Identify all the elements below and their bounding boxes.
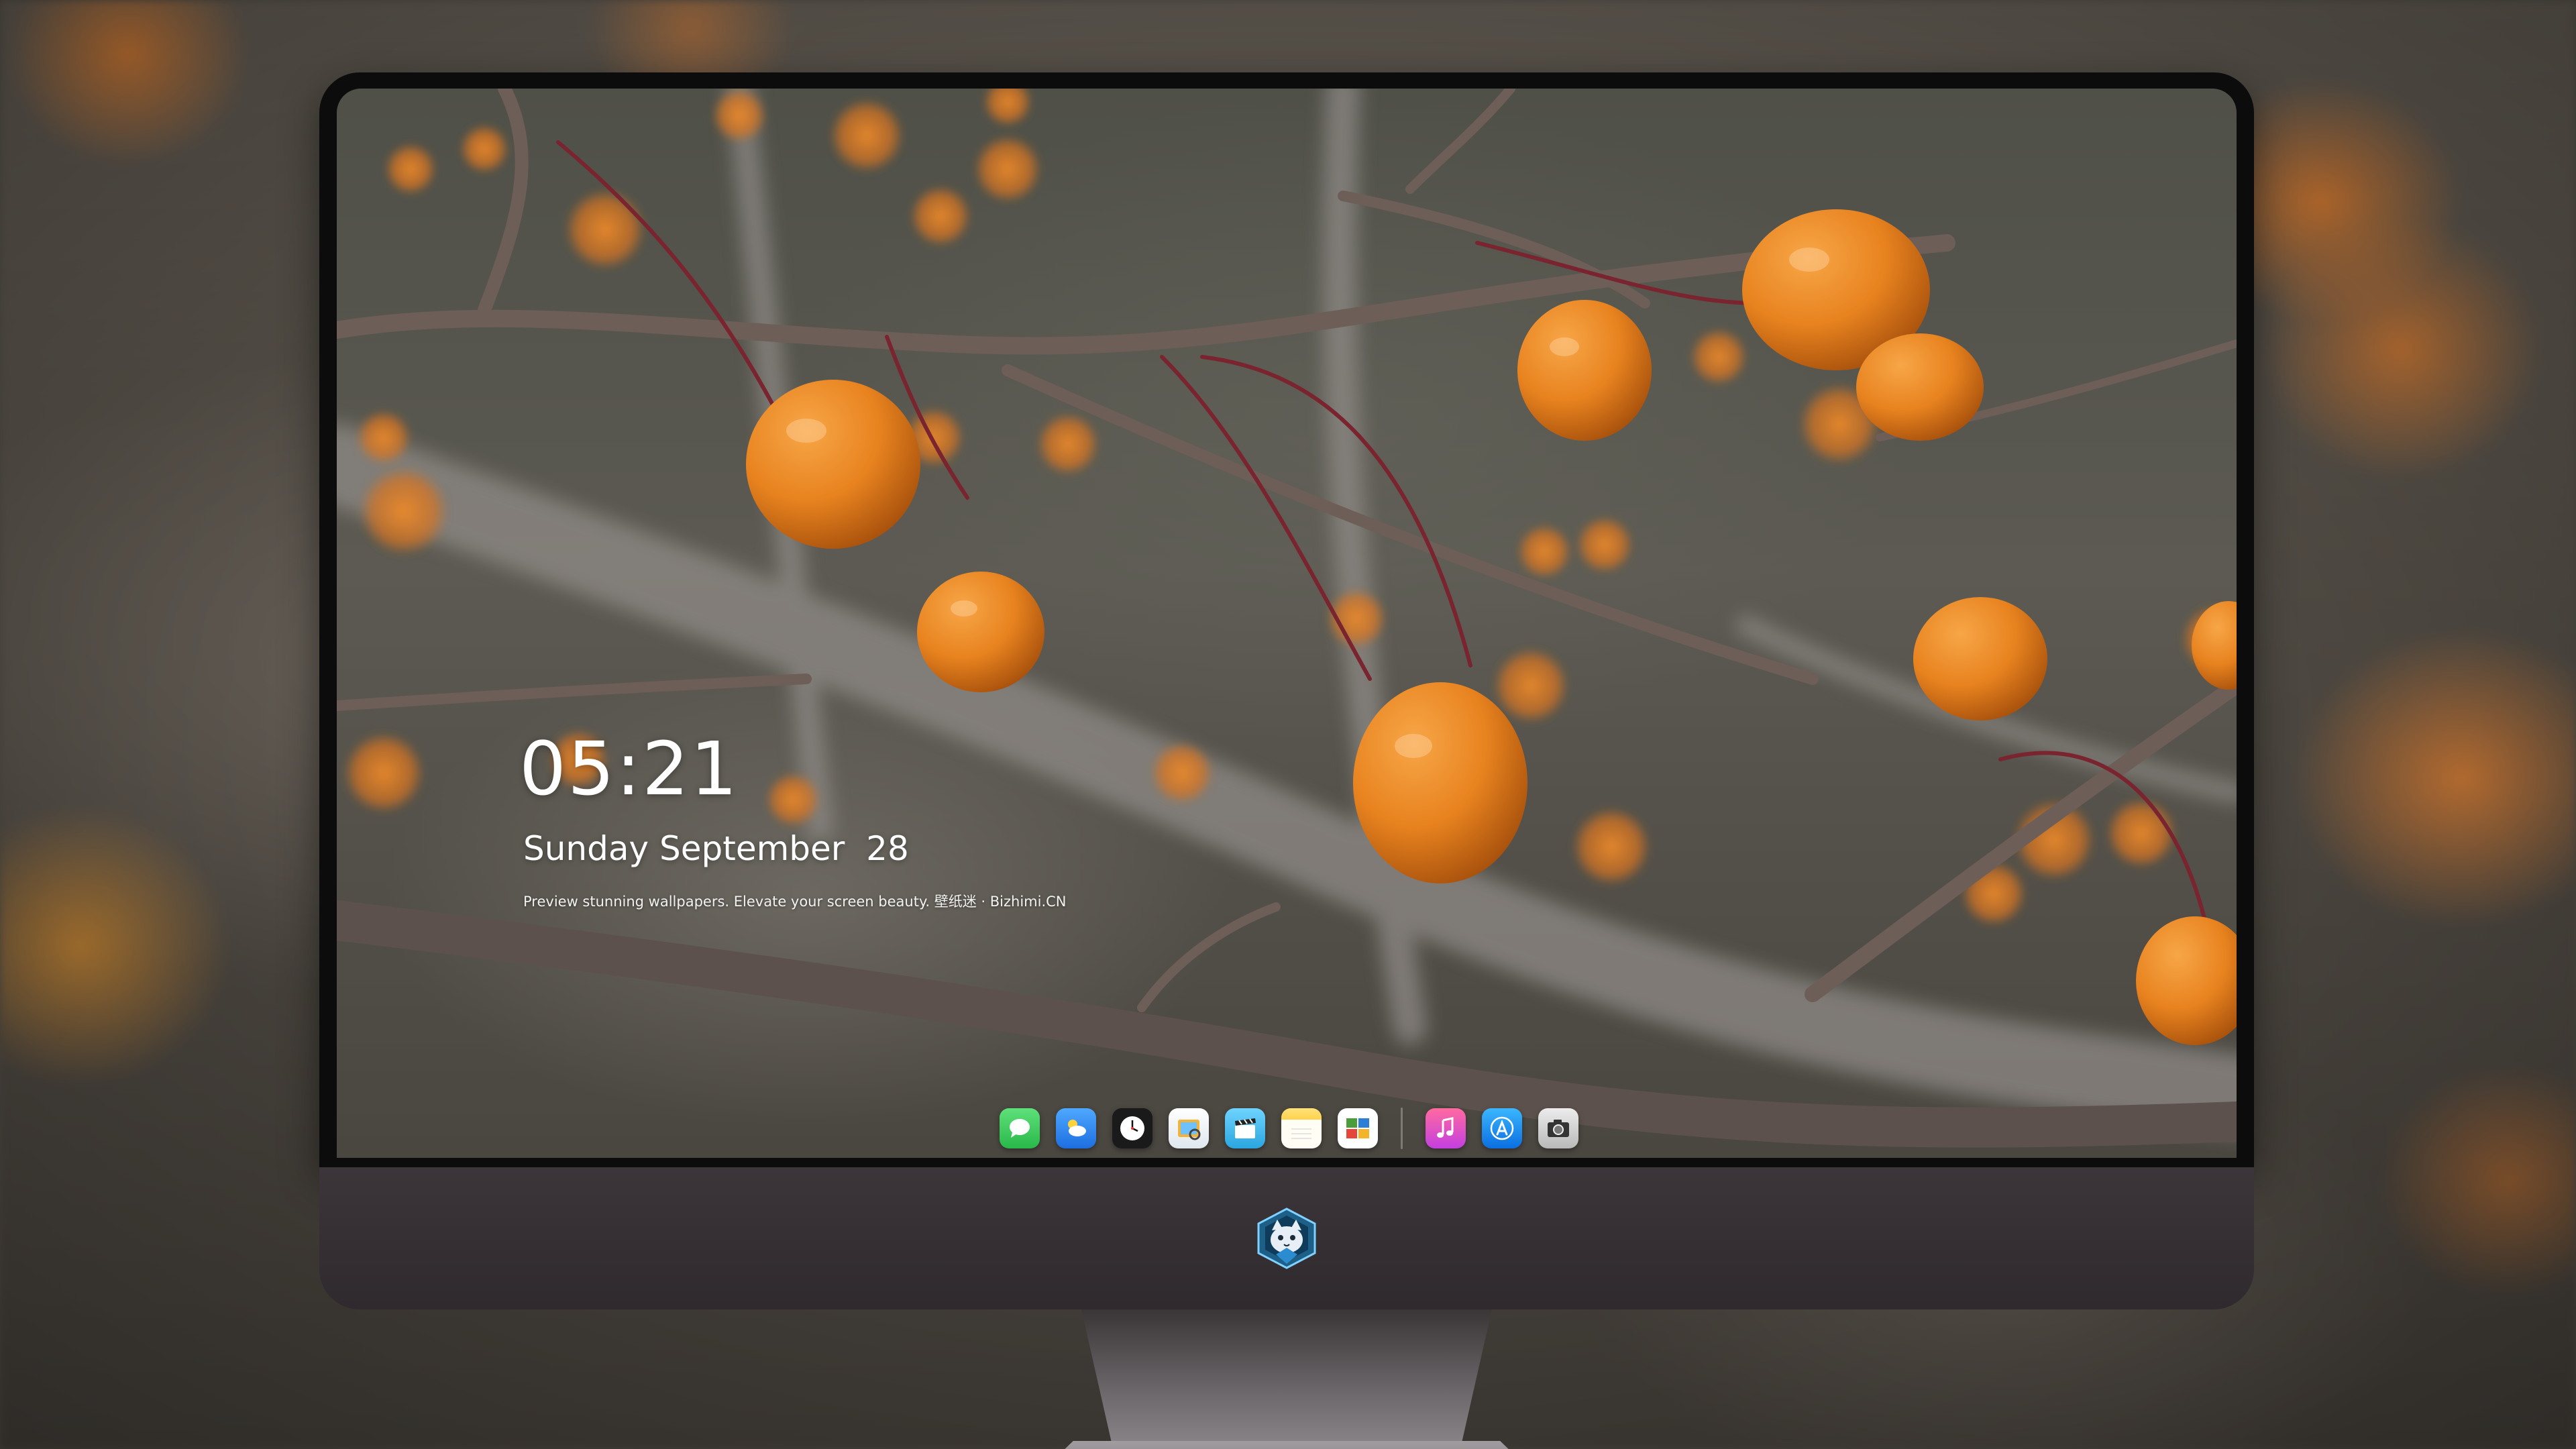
dock-item-weather[interactable] (1055, 1108, 1096, 1148)
lock-screen-date: Sunday September 28 (523, 829, 909, 868)
music-icon (1436, 1117, 1453, 1138)
dock-item-clock[interactable] (1112, 1108, 1152, 1148)
preview-icon (1177, 1120, 1200, 1140)
dock-separator (1400, 1108, 1403, 1149)
lock-screen: 05:21 Sunday September 28 Preview stunni… (337, 89, 2237, 1158)
dock-item-clips[interactable] (1224, 1108, 1265, 1148)
monitor: 05:21 Sunday September 28 Preview stunni… (319, 72, 2254, 1449)
dock-item-photo-booth[interactable] (1337, 1108, 1378, 1148)
clock-icon (1120, 1116, 1144, 1140)
dock-item-music[interactable] (1425, 1108, 1466, 1148)
monitor-chin (319, 1167, 2254, 1309)
dock-item-preview[interactable] (1168, 1108, 1209, 1148)
dock-item-app-store[interactable] (1481, 1108, 1522, 1148)
monitor-stand-base (990, 1441, 1583, 1449)
lock-screen-clock: 05:21 (519, 726, 739, 812)
dock-item-notes[interactable] (1281, 1108, 1322, 1148)
dock-item-camera[interactable] (1538, 1108, 1578, 1148)
dock (973, 1095, 1605, 1158)
monitor-bezel: 05:21 Sunday September 28 Preview stunni… (319, 72, 2254, 1167)
app-store-icon (1490, 1116, 1513, 1140)
clips-icon (1234, 1118, 1256, 1138)
messages-icon (1009, 1119, 1030, 1138)
notes-icon (1291, 1128, 1311, 1139)
wallpaper-caption: Preview stunning wallpapers. Elevate you… (523, 894, 1067, 910)
cat-mascot-logo-icon (1257, 1208, 1316, 1269)
weather-icon (1067, 1120, 1086, 1136)
photo-booth-icon (1346, 1118, 1369, 1138)
dock-item-messages[interactable] (999, 1108, 1040, 1148)
monitor-stand-neck (1081, 1309, 1492, 1449)
camera-icon (1547, 1120, 1569, 1137)
wallpaper-berries (337, 89, 2237, 1148)
